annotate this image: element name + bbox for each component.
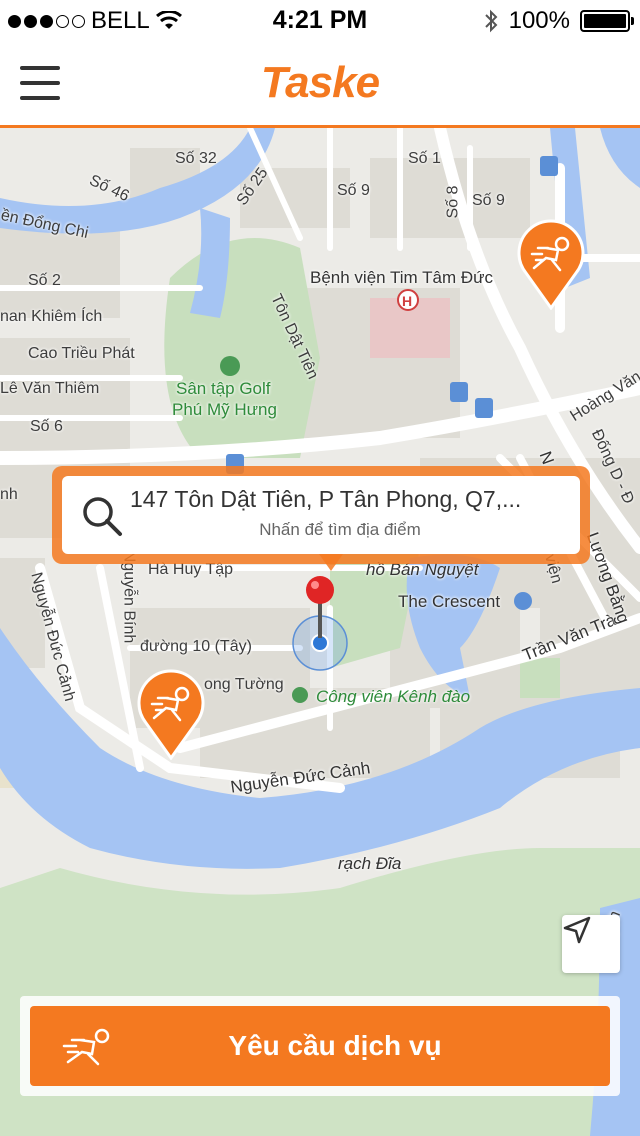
request-service-label: Yêu cầu dịch vụ: [228, 1030, 442, 1061]
status-right: 100%: [483, 7, 634, 35]
app-logo: Taske: [260, 58, 380, 107]
request-service-button[interactable]: Yêu cầu dịch vụ: [30, 1006, 610, 1086]
delivery-runner-icon: [517, 219, 585, 310]
bluetooth-icon: [484, 9, 498, 33]
driver-pin[interactable]: [516, 218, 586, 310]
search-hint: Nhấn để tìm địa điểm: [259, 520, 421, 539]
locate-me-button[interactable]: [562, 915, 620, 973]
svg-text:H: H: [402, 293, 412, 309]
navigation-arrow-icon: [563, 916, 591, 944]
search-icon: [83, 497, 122, 536]
search-address: 147 Tôn Dật Tiên, P Tân Phong, Q7,...: [130, 486, 522, 512]
hamburger-menu-icon[interactable]: [20, 66, 60, 100]
delivery-runner-icon: [137, 669, 205, 760]
status-bar: BELL 4:21 PM 100%: [0, 0, 640, 40]
battery-icon: [580, 10, 634, 32]
search-panel: 147 Tôn Dật Tiên, P Tân Phong, Q7,... Nh…: [52, 466, 590, 571]
driver-pin[interactable]: [136, 668, 206, 760]
map-view[interactable]: H Số 32 Số 1 Số 46 Số 25 Số 9 Số 8 Số 9 …: [0, 128, 640, 1136]
delivery-runner-icon: [62, 1028, 110, 1066]
cta-panel: Yêu cầu dịch vụ: [20, 996, 620, 1096]
nav-bar: Taske: [0, 40, 640, 128]
battery-percent: 100%: [508, 7, 570, 34]
address-search-box[interactable]: 147 Tôn Dật Tiên, P Tân Phong, Q7,... Nh…: [62, 476, 580, 571]
